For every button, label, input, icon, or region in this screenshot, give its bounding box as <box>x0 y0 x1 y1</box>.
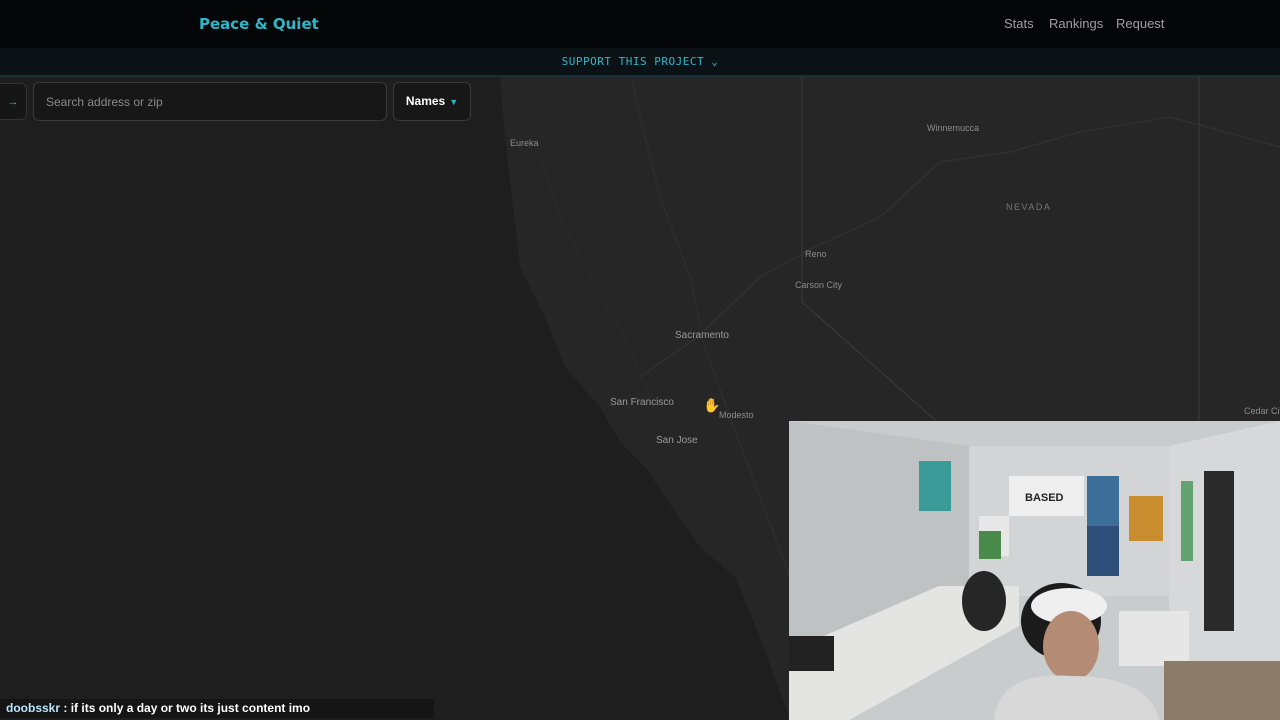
place-eureka: Eureka <box>510 138 539 148</box>
nav-request[interactable]: Request <box>1116 16 1164 31</box>
place-winnemucca: Winnemucca <box>927 123 980 133</box>
top-navbar: Peace & Quiet Stats Rankings Request <box>0 0 1280 48</box>
place-san-francisco: San Francisco <box>610 397 674 408</box>
search-arrow-button[interactable]: → <box>0 83 27 120</box>
chat-separator: : <box>63 701 68 715</box>
nav-stats[interactable]: Stats <box>1004 16 1034 31</box>
place-nevada: NEVADA <box>1006 202 1052 212</box>
nav-rankings[interactable]: Rankings <box>1049 16 1103 31</box>
names-dropdown[interactable]: Names ▼ <box>393 82 471 121</box>
chat-overlay: doobsskr : if its only a day or two its … <box>0 699 434 718</box>
place-sacramento: Sacramento <box>675 330 729 341</box>
place-cedar-city: Cedar Cit <box>1244 406 1280 416</box>
support-project-banner[interactable]: SUPPORT THIS PROJECT ⌄ <box>0 48 1280 77</box>
place-carson-city: Carson City <box>795 280 843 290</box>
chat-username: doobsskr <box>6 701 61 715</box>
chat-message: if its only a day or two its just conten… <box>70 701 311 715</box>
chevron-down-icon: ▼ <box>449 97 459 107</box>
poster-based-text: BASED <box>1025 492 1064 504</box>
place-modesto: Modesto <box>719 410 754 420</box>
webcam-scene: BASED <box>789 421 1280 720</box>
brand-logo[interactable]: Peace & Quiet <box>199 15 319 33</box>
names-dropdown-label: Names <box>405 94 446 108</box>
search-input[interactable] <box>33 82 387 121</box>
hand-cursor-icon: ✋ <box>703 397 721 413</box>
place-san-jose: San Jose <box>656 435 698 446</box>
webcam-overlay: BASED <box>789 421 1280 720</box>
place-reno: Reno <box>805 249 827 259</box>
